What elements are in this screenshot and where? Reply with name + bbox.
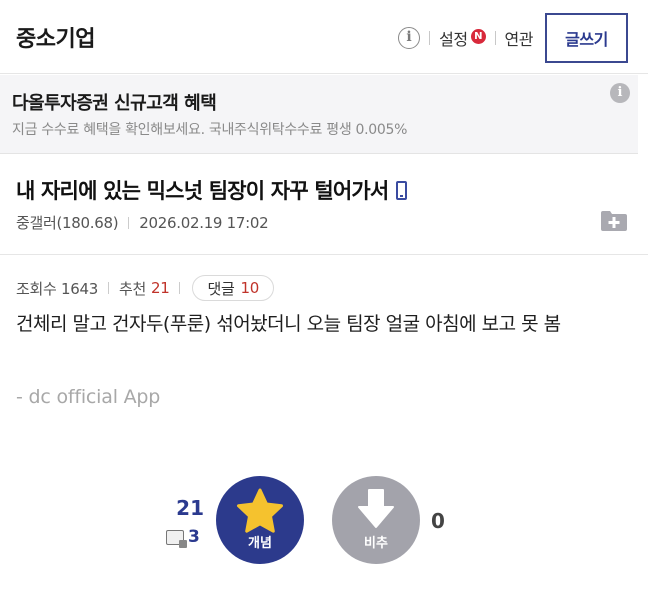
fixed-upvote-count: 3: [188, 527, 200, 547]
upvote-button[interactable]: 개념: [216, 476, 304, 564]
info-icon[interactable]: i: [398, 27, 421, 49]
downvote-button[interactable]: 비추: [332, 476, 420, 564]
new-badge: N: [470, 29, 486, 44]
related-link[interactable]: 연관: [505, 26, 534, 50]
gallery-title[interactable]: 중소기업: [16, 21, 95, 53]
post-stats: 조회수 1643 추천 21 댓글 10: [16, 275, 274, 301]
recommend-count: 21: [150, 279, 170, 297]
downvote-count: 0: [431, 509, 445, 533]
post-datetime: 2026.02.19 17:02: [139, 213, 269, 232]
divider: [429, 31, 431, 45]
folder-add-icon[interactable]: [600, 210, 628, 232]
post-body: 건체리 말고 건자두(푸룬) 섞어놨더니 오늘 팀장 얼굴 아침에 보고 못 봄: [16, 313, 561, 335]
post-meta: 중갤러(180.68) 2026.02.19 17:02: [16, 212, 269, 233]
post-title: 내 자리에 있는 믹스넛 팀장이 자꾸 털어가서: [16, 175, 408, 205]
post-title-text: 내 자리에 있는 믹스넛 팀장이 자꾸 털어가서: [16, 179, 389, 203]
comments-label: 댓글: [207, 279, 235, 298]
divider: [494, 31, 496, 45]
upvote-count: 21: [176, 496, 204, 520]
ad-title: 다올투자증권 신규고객 혜택: [12, 93, 217, 114]
settings-label: 설정: [439, 30, 468, 49]
divider: [107, 282, 109, 294]
fixed-user-icon: [166, 529, 187, 548]
comments-count: 10: [240, 279, 259, 297]
post-header: 내 자리에 있는 믹스넛 팀장이 자꾸 털어가서 중갤러(180.68) 202…: [0, 155, 648, 255]
fixed-upvote: 3: [166, 527, 200, 548]
write-button[interactable]: 글쓰기: [545, 13, 628, 63]
ad-description: 지금 수수료 혜택을 확인해보세요. 국내주식위탁수수료 평생 0.005%: [12, 122, 408, 138]
settings-link[interactable]: 설정 N: [439, 26, 486, 50]
header-actions: i 설정 N 연관 글쓰기: [398, 13, 628, 63]
comments-button[interactable]: 댓글 10: [192, 275, 274, 301]
gallery-header: 중소기업 i 설정 N 연관 글쓰기: [0, 0, 648, 74]
downvote-label: 비추: [364, 536, 388, 551]
mobile-icon: [396, 181, 408, 200]
ad-info-icon[interactable]: i: [610, 83, 630, 103]
view-count: 조회수 1643: [16, 279, 98, 298]
app-signature: - dc official App: [16, 386, 161, 408]
divider: [128, 216, 130, 229]
recommend-label: 추천: [118, 279, 146, 298]
divider: [179, 282, 181, 294]
upvote-label: 개념: [248, 536, 272, 551]
author-name[interactable]: 중갤러(180.68): [16, 212, 119, 233]
ad-banner[interactable]: 다올투자증권 신규고객 혜택 지금 수수료 혜택을 확인해보세요. 국내주식위탁…: [0, 75, 638, 154]
